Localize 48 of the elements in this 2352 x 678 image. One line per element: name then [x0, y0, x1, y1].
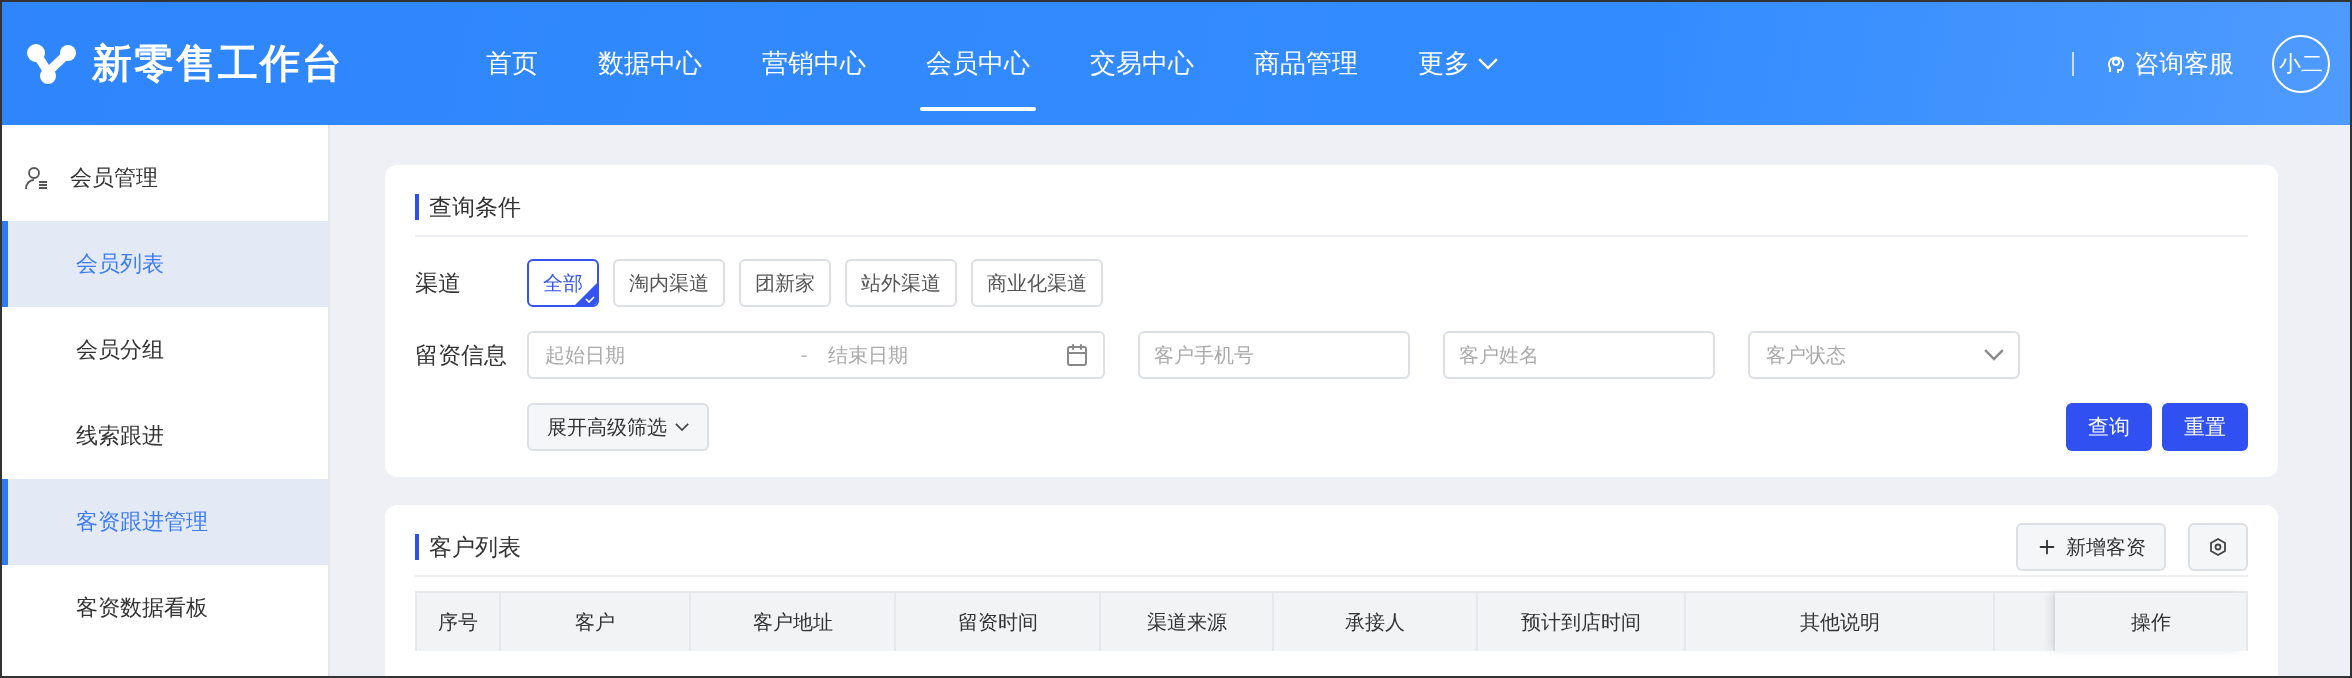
- nav-tab[interactable]: 数据中心: [568, 2, 732, 125]
- nav-tab[interactable]: 首页: [456, 2, 568, 125]
- field-label: 留资信息: [415, 340, 508, 370]
- sidebar-item[interactable]: 会员列表: [2, 221, 328, 307]
- column-header: 客户地址: [691, 593, 896, 651]
- sidebar-item[interactable]: 客资数据看板: [2, 565, 328, 651]
- section-title: 客户列表: [415, 534, 521, 560]
- sidebar-group-title: 会员管理: [70, 164, 158, 192]
- chevron-icon: [1478, 57, 1498, 70]
- date-separator: -: [800, 343, 808, 367]
- channel-chip[interactable]: 商业化渠道: [971, 259, 1103, 307]
- add-customer-button[interactable]: 新增客资: [2016, 523, 2166, 571]
- section-title: 查询条件: [415, 194, 521, 220]
- search-button[interactable]: 查询: [2066, 403, 2152, 451]
- expand-filter-button[interactable]: 展开高级筛选: [527, 403, 709, 451]
- logo-icon: [26, 41, 78, 86]
- column-header: 其他说明: [1686, 593, 1995, 651]
- column-header: 客户: [501, 593, 691, 651]
- channel-chip[interactable]: 淘内渠道: [613, 259, 725, 307]
- phone-field[interactable]: 客户手机号: [1138, 331, 1410, 379]
- column-header: 承接人: [1274, 593, 1478, 651]
- chevron-icon: [675, 422, 689, 432]
- channel-chip[interactable]: 全部: [527, 259, 599, 307]
- channel-chip[interactable]: 站外渠道: [845, 259, 957, 307]
- nav-tab[interactable]: 会员中心: [896, 2, 1060, 125]
- reset-button[interactable]: 重置: [2162, 403, 2248, 451]
- channel-chip[interactable]: 团新家: [739, 259, 831, 307]
- nav-tab[interactable]: 交易中心: [1060, 2, 1224, 125]
- column-header: 预计到店时间: [1478, 593, 1686, 651]
- column-header: 渠道来源: [1101, 593, 1274, 651]
- member-icon: [24, 165, 50, 191]
- sidebar-item[interactable]: 会员分组: [2, 307, 328, 393]
- column-header: 留资时间: [896, 593, 1101, 651]
- sidebar-item[interactable]: 客资跟进管理: [2, 479, 328, 565]
- name-field[interactable]: 客户姓名: [1443, 331, 1715, 379]
- settings-button[interactable]: [2188, 523, 2248, 571]
- column-header: 序号: [417, 593, 501, 651]
- nav-tab[interactable]: 商品管理: [1224, 2, 1388, 125]
- nav-tab[interactable]: 营销中心: [732, 2, 896, 125]
- chevron-icon: [1984, 349, 2004, 361]
- sidebar-item[interactable]: 线索跟进: [2, 393, 328, 479]
- status-select[interactable]: 客户状态: [1748, 331, 2020, 379]
- column-header: 操作: [2055, 593, 2246, 651]
- nav-tab[interactable]: 更多: [1388, 2, 1528, 125]
- app-title: 新零售工作台: [92, 39, 344, 88]
- settings-icon: [2208, 537, 2228, 557]
- calendar-icon: [1065, 343, 1089, 367]
- field-label: 渠道: [415, 268, 462, 298]
